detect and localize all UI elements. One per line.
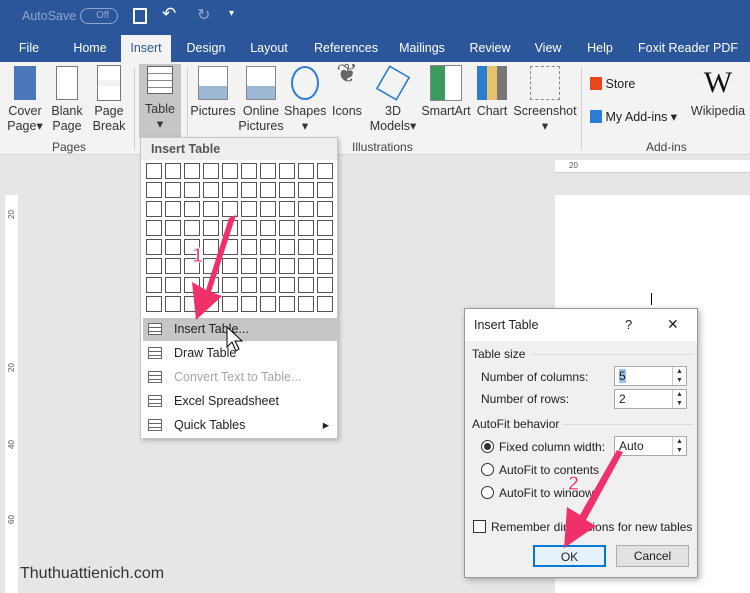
watermark: Thuthuattienich.com: [20, 565, 165, 582]
step-1-label: 1: [192, 245, 203, 267]
mouse-cursor-icon: [226, 325, 244, 352]
annotation-overlay: 1 2: [192, 215, 623, 548]
step-2-label: 2: [568, 473, 579, 495]
arrow-1: [192, 215, 236, 320]
arrow-2: [564, 450, 623, 548]
